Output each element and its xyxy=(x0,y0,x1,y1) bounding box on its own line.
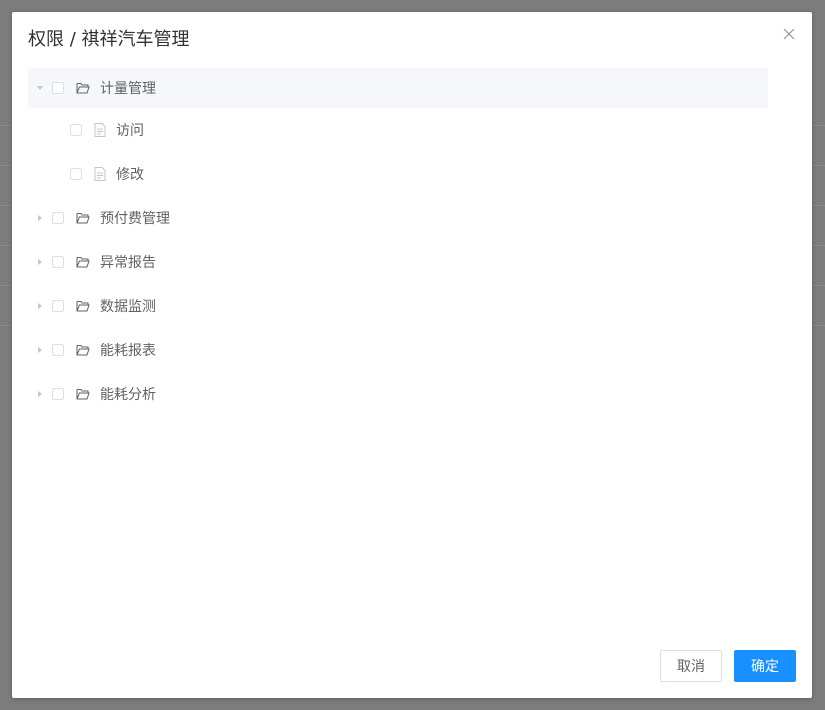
caret-right-icon[interactable] xyxy=(28,213,52,223)
tree-node-edit[interactable]: 修改 xyxy=(28,152,768,196)
tree-checkbox[interactable] xyxy=(70,124,82,136)
tree-node-label: 修改 xyxy=(116,167,144,183)
tree-checkbox[interactable] xyxy=(52,388,64,400)
tree-checkbox[interactable] xyxy=(52,344,64,356)
caret-right-icon[interactable] xyxy=(28,345,52,355)
caret-right-icon[interactable] xyxy=(28,389,52,399)
tree-node-label: 数据监测 xyxy=(100,299,156,315)
dialog-title: 权限 / 祺祥汽车管理 xyxy=(28,29,190,50)
tree-checkbox[interactable] xyxy=(52,212,64,224)
document-icon xyxy=(94,167,106,181)
caret-down-icon[interactable] xyxy=(28,83,52,93)
tree-node-energy-report[interactable]: 能耗报表 xyxy=(28,328,768,372)
caret-right-icon[interactable] xyxy=(28,301,52,311)
caret-right-icon[interactable] xyxy=(28,257,52,267)
tree-node-label: 能耗分析 xyxy=(100,387,156,403)
folder-open-icon xyxy=(76,212,90,224)
tree-node-label: 计量管理 xyxy=(100,81,156,97)
document-icon xyxy=(94,123,106,137)
cancel-button[interactable]: 取消 xyxy=(660,650,722,682)
close-icon[interactable] xyxy=(782,26,796,40)
tree-checkbox[interactable] xyxy=(52,300,64,312)
tree-node-prepaid[interactable]: 预付费管理 xyxy=(28,196,768,240)
tree-node-exception-report[interactable]: 异常报告 xyxy=(28,240,768,284)
permission-dialog: 权限 / 祺祥汽车管理 计量管理 访问 修改 预付费管理 异常报告 数据监测 能… xyxy=(12,12,812,698)
tree-checkbox[interactable] xyxy=(52,82,64,94)
folder-open-icon xyxy=(76,256,90,268)
tree-node-data-monitoring[interactable]: 数据监测 xyxy=(28,284,768,328)
permission-tree: 计量管理 访问 修改 预付费管理 异常报告 数据监测 能耗报表 能耗分析 xyxy=(28,68,768,416)
tree-node-energy-analysis[interactable]: 能耗分析 xyxy=(28,372,768,416)
dialog-footer: 取消 确定 xyxy=(660,650,796,682)
folder-open-icon xyxy=(76,82,90,94)
tree-checkbox[interactable] xyxy=(52,256,64,268)
folder-open-icon xyxy=(76,300,90,312)
tree-node-label: 访问 xyxy=(116,123,144,139)
tree-node-label: 异常报告 xyxy=(100,255,156,271)
tree-node-visit[interactable]: 访问 xyxy=(28,108,768,152)
folder-open-icon xyxy=(76,388,90,400)
folder-open-icon xyxy=(76,344,90,356)
tree-node-metering[interactable]: 计量管理 xyxy=(28,68,768,108)
tree-node-label: 预付费管理 xyxy=(100,211,170,227)
tree-checkbox[interactable] xyxy=(70,168,82,180)
confirm-button[interactable]: 确定 xyxy=(734,650,796,682)
tree-node-label: 能耗报表 xyxy=(100,343,156,359)
